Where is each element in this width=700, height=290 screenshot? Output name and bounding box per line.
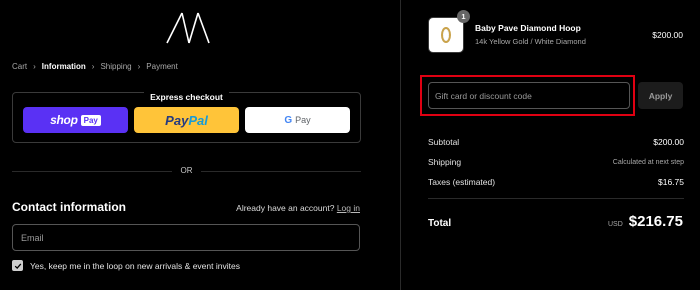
email-input[interactable]	[21, 232, 351, 243]
newsletter-option[interactable]: Yes, keep me in the loop on new arrivals…	[12, 260, 240, 271]
breadcrumb-information: Information	[41, 62, 86, 71]
shipping-row: Shipping Calculated at next step	[428, 157, 684, 167]
contact-information-title: Contact information	[12, 200, 126, 214]
paypal-button[interactable]: PayPal	[134, 107, 239, 133]
google-pay-logo: G Pay	[284, 114, 311, 126]
newsletter-checkbox[interactable]	[12, 260, 23, 271]
subtotal-row: Subtotal $200.00	[428, 137, 684, 147]
brand-logo-icon	[166, 12, 210, 44]
or-divider: OR	[12, 166, 361, 176]
order-summary: 1 Baby Pave Diamond Hoop 14k Yellow Gold…	[401, 0, 700, 290]
currency-code: USD	[607, 221, 623, 228]
express-checkout: Express checkout shop Pay PayPal G Pay	[12, 92, 361, 143]
login-link[interactable]: Log in	[337, 203, 360, 213]
breadcrumb: Cart › Information › Shipping › Payment	[12, 62, 184, 71]
google-pay-button[interactable]: G Pay	[245, 107, 350, 133]
product-price: $200.00	[652, 30, 683, 40]
subtotal-label: Subtotal	[428, 137, 460, 147]
brand-logo[interactable]	[165, 12, 211, 44]
google-g-icon: G	[284, 114, 293, 126]
taxes-value: $16.75	[658, 177, 684, 187]
discount-input[interactable]	[435, 90, 623, 101]
shop-pay-badge: Pay	[80, 114, 101, 126]
hoop-earring-icon	[441, 27, 451, 43]
shipping-value: Calculated at next step	[612, 158, 684, 166]
checkout-main: Cart › Information › Shipping › Payment …	[0, 0, 400, 290]
total-value: $216.75	[628, 213, 683, 230]
email-field[interactable]	[12, 224, 360, 251]
breadcrumb-shipping: Shipping	[100, 62, 132, 71]
discount-field[interactable]	[428, 82, 630, 109]
account-prompt: Already have an account? Log in	[236, 203, 360, 213]
summary-divider	[428, 198, 684, 199]
product-variant: 14k Yellow Gold / White Diamond	[475, 37, 586, 46]
checkmark-icon	[14, 263, 21, 269]
express-checkout-title: Express checkout	[144, 92, 229, 102]
chevron-right-icon: ›	[91, 62, 95, 71]
product-thumbnail	[428, 17, 464, 53]
breadcrumb-payment: Payment	[146, 62, 178, 71]
shipping-label: Shipping	[428, 157, 462, 167]
breadcrumb-cart[interactable]: Cart	[12, 62, 27, 71]
paypal-logo: PayPal	[165, 112, 208, 128]
chevron-right-icon: ›	[33, 62, 36, 71]
total-amount: USD $216.75	[608, 213, 683, 230]
total-label: Total	[428, 218, 452, 229]
newsletter-label: Yes, keep me in the loop on new arrivals…	[30, 260, 240, 271]
subtotal-value: $200.00	[653, 137, 684, 147]
taxes-row: Taxes (estimated) $16.75	[428, 177, 684, 187]
apply-button[interactable]: Apply	[638, 82, 683, 109]
product-name: Baby Pave Diamond Hoop	[475, 23, 581, 33]
shop-pay-button[interactable]: shop Pay	[23, 107, 128, 133]
chevron-right-icon: ›	[137, 62, 141, 71]
taxes-label: Taxes (estimated)	[428, 177, 496, 187]
shop-pay-logo: shop	[50, 113, 78, 127]
quantity-badge: 1	[457, 10, 470, 23]
